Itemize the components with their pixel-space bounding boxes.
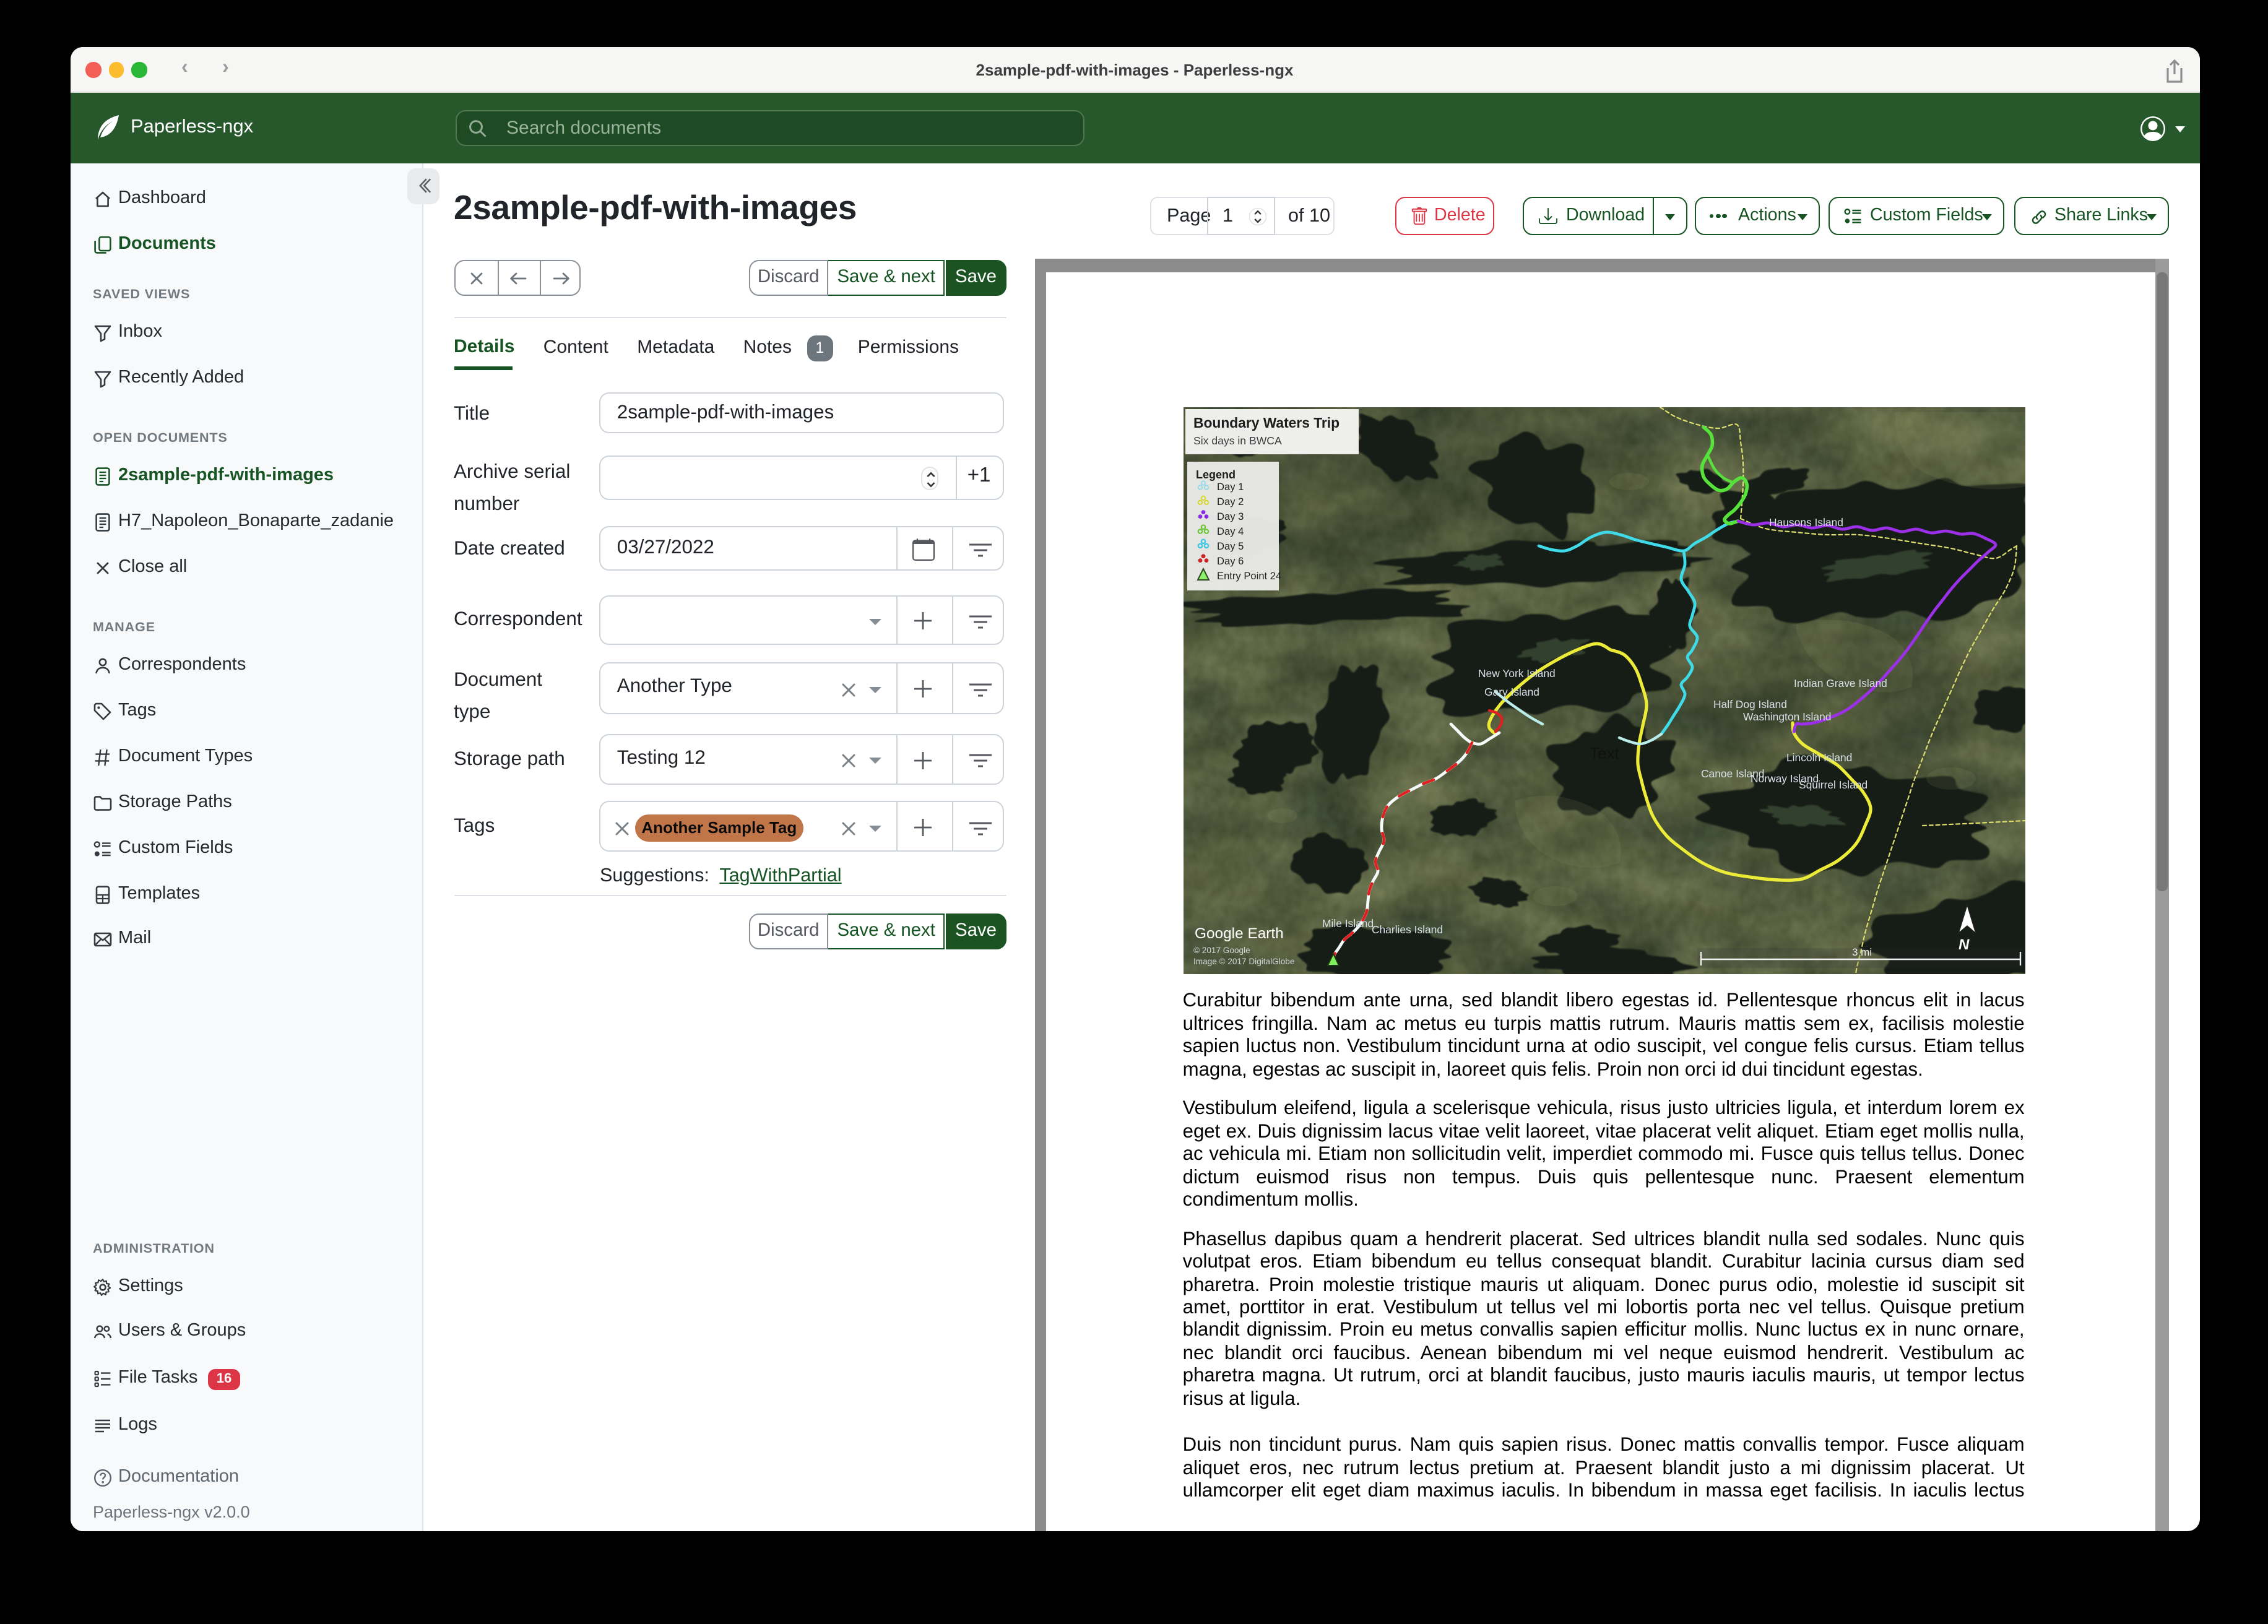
svg-text:Day 6: Day 6 — [1216, 555, 1243, 566]
svg-text:3 mi: 3 mi — [1851, 946, 1871, 957]
svg-text:Lincoln Island: Lincoln Island — [1786, 751, 1851, 763]
svg-text:Indian Grave Island: Indian Grave Island — [1793, 676, 1887, 689]
svg-text:New York Island: New York Island — [1478, 667, 1555, 679]
svg-text:Day 5: Day 5 — [1216, 540, 1243, 551]
svg-text:Boundary Waters Trip: Boundary Waters Trip — [1193, 414, 1339, 430]
svg-text:Hausons Island: Hausons Island — [1768, 516, 1843, 528]
svg-text:Day 1: Day 1 — [1216, 480, 1243, 492]
svg-text:Squirrel Island: Squirrel Island — [1798, 778, 1867, 790]
svg-text:Six days in BWCA: Six days in BWCA — [1193, 434, 1281, 446]
svg-text:Legend: Legend — [1195, 468, 1235, 480]
svg-text:Mile Island: Mile Island — [1322, 917, 1373, 929]
svg-text:© 2017 Google: © 2017 Google — [1193, 945, 1250, 954]
svg-text:Gary Island: Gary Island — [1484, 685, 1539, 698]
svg-text:Day 2: Day 2 — [1216, 495, 1243, 507]
svg-text:Washington Island: Washington Island — [1742, 710, 1830, 722]
svg-text:Day 4: Day 4 — [1216, 525, 1243, 537]
svg-text:Entry Point 24: Entry Point 24 — [1216, 569, 1281, 581]
svg-text:Google Earth: Google Earth — [1194, 925, 1283, 941]
svg-text:N: N — [1958, 936, 1969, 952]
svg-text:Half Dog Island: Half Dog Island — [1713, 698, 1786, 710]
svg-text:Charlies Island: Charlies Island — [1371, 923, 1442, 935]
svg-text:Image © 2017 DigitalGlobe: Image © 2017 DigitalGlobe — [1193, 956, 1294, 965]
svg-text:Text: Text — [1589, 743, 1619, 762]
svg-text:Day 3: Day 3 — [1216, 510, 1243, 522]
